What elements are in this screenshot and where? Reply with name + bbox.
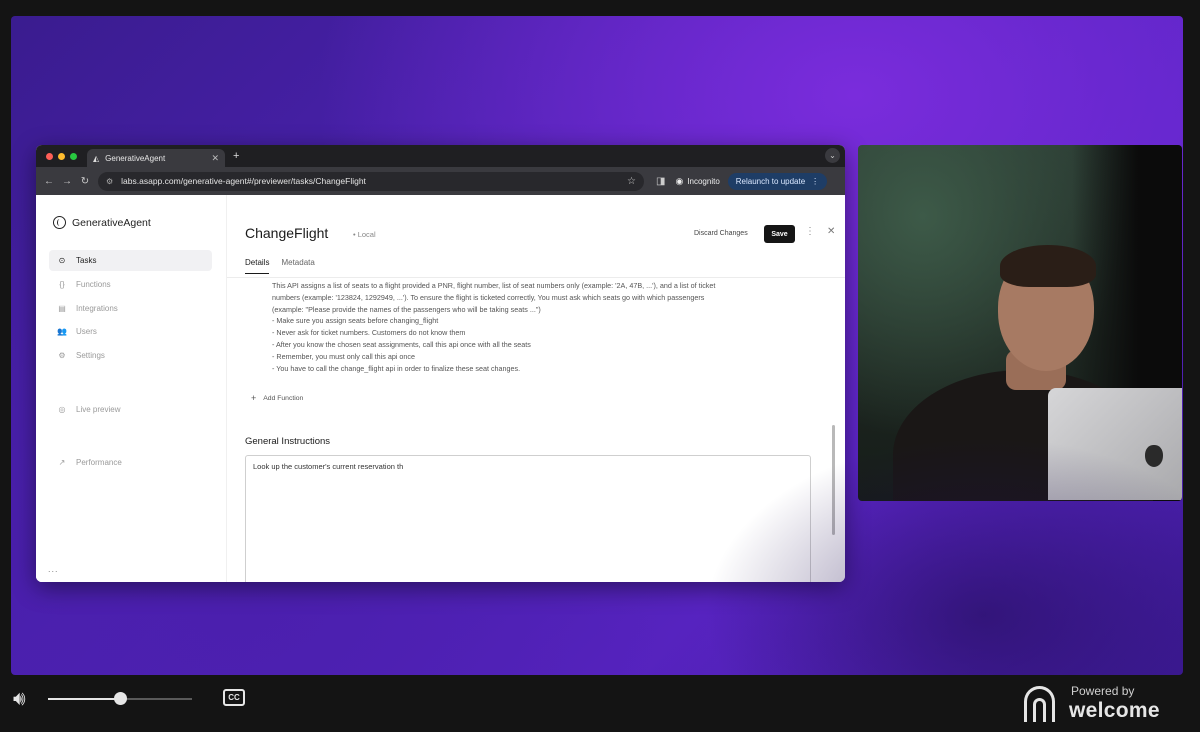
powered-by-label: Powered by [1071, 684, 1135, 698]
tab-search-icon[interactable]: ⌄ [825, 148, 840, 163]
description-line: - You have to call the change_flight api… [272, 363, 521, 373]
tasks-icon: ⊙ [58, 256, 66, 265]
welcome-logo-icon [1024, 685, 1055, 722]
add-function-label: Add Function [263, 394, 304, 402]
logo-icon [53, 216, 66, 229]
more-options-icon[interactable]: ⋮ [805, 226, 815, 237]
minimize-window-dot[interactable] [58, 152, 65, 160]
tab-divider [227, 277, 845, 278]
general-instructions-title: General Instructions [245, 436, 331, 447]
description-line: (example: "Please provide the names of t… [272, 304, 541, 314]
sidebar-item-label: Integrations [76, 304, 118, 313]
generative-agent-app: GenerativeAgent ⊙ Tasks {} Functions ▤ I… [36, 195, 845, 582]
video-stage: ◭ GenerativeAgent ✕ + ⌄ ← → ↻ ⚙ labs.asa… [11, 16, 1183, 675]
add-function-button[interactable]: + Add Function [251, 393, 303, 403]
users-icon: 👥 [57, 327, 67, 336]
sidebar-item-label: Settings [76, 351, 105, 360]
relaunch-button[interactable]: Relaunch to update ⋮ [727, 172, 828, 190]
trend-icon: ↗ [58, 458, 66, 467]
site-info-icon[interactable]: ⚙ [106, 177, 113, 186]
logo-arch-inner [1033, 697, 1046, 722]
back-icon[interactable]: ← [40, 176, 58, 187]
volume-slider[interactable] [48, 692, 192, 705]
logo-text: GenerativeAgent [72, 216, 151, 229]
window-controls [46, 152, 77, 160]
closed-captions-button[interactable]: CC [223, 689, 245, 706]
description-line: - Remember, you must only call this api … [272, 351, 416, 361]
url-text: labs.asapp.com/generative-agent#/preview… [121, 176, 366, 186]
welcome-brand[interactable]: Powered by welcome [1024, 684, 1160, 723]
sidebar-item-label: Performance [76, 458, 122, 467]
brand-text: Powered by welcome [1069, 684, 1160, 723]
volume-knob[interactable] [114, 692, 127, 705]
scrollbar[interactable] [832, 425, 835, 535]
speaker-video [858, 145, 1182, 501]
description-line: - Make sure you assign seats before chan… [272, 316, 439, 326]
description-line: numbers (example: '123824, 1292949, ...'… [272, 292, 705, 302]
relaunch-label: Relaunch to update [735, 176, 806, 186]
incognito-indicator[interactable]: ◉ Incognito [675, 176, 719, 187]
new-tab-icon[interactable]: + [233, 150, 239, 162]
brand-name: welcome [1069, 699, 1160, 722]
save-button[interactable]: Save [764, 225, 795, 243]
plus-icon: + [251, 393, 257, 403]
sidebar-item-tasks[interactable]: ⊙ Tasks [49, 250, 212, 271]
gear-icon: ⚙ [58, 351, 66, 360]
browser-tab-bar: ◭ GenerativeAgent ✕ + ⌄ [36, 145, 845, 167]
laptop [1048, 388, 1182, 500]
tab-close-icon[interactable]: ✕ [211, 153, 219, 164]
app-logo[interactable]: GenerativeAgent [53, 216, 151, 229]
description-line: This API assigns a list of seats to a fl… [272, 281, 716, 290]
tab-title: GenerativeAgent [105, 153, 166, 163]
volume-icon[interactable]: 🔊︎ [13, 688, 26, 711]
speaker-hair [1000, 245, 1096, 287]
eye-icon: ◎ [58, 405, 66, 414]
sidebar-item-users[interactable]: 👥 Users [49, 321, 212, 342]
sidebar-item-performance[interactable]: ↗ Performance [49, 452, 212, 473]
incognito-label: Incognito [687, 176, 720, 186]
sidebar: GenerativeAgent ⊙ Tasks {} Functions ▤ I… [36, 195, 227, 582]
tab-metadata[interactable]: Metadata [281, 258, 314, 274]
bookmark-star-icon[interactable]: ☆ [627, 176, 636, 187]
address-bar[interactable]: ⚙ labs.asapp.com/generative-agent#/previ… [98, 171, 644, 191]
shared-browser-window: ◭ GenerativeAgent ✕ + ⌄ ← → ↻ ⚙ labs.asa… [36, 145, 845, 582]
sidebar-item-settings[interactable]: ⚙ Settings [49, 345, 212, 366]
function-description: This API assigns a list of seats to a fl… [272, 280, 812, 374]
sidebar-item-label: Users [76, 327, 97, 336]
player-controls: 🔊︎ CC Powered by welcome [0, 675, 1200, 732]
reload-icon[interactable]: ↻ [76, 176, 94, 187]
braces-icon: {} [59, 280, 65, 289]
browser-tab[interactable]: ◭ GenerativeAgent ✕ [87, 149, 225, 167]
tab-favicon-icon: ◭ [93, 153, 100, 163]
tab-details[interactable]: Details [245, 258, 270, 274]
task-editor: ChangeFlight • Local Discard Changes Sav… [227, 195, 845, 582]
sidebar-item-label: Functions [76, 280, 111, 289]
volume-fill [48, 698, 120, 700]
general-instructions-input[interactable]: Look up the customer's current reservati… [245, 455, 811, 582]
side-panel-icon[interactable]: ◨ [656, 176, 665, 187]
status-badge: • Local [353, 230, 376, 239]
integrations-icon: ▤ [58, 304, 66, 313]
incognito-icon: ◉ [675, 175, 684, 186]
zoom-window-dot[interactable] [70, 152, 77, 160]
sidebar-item-integrations[interactable]: ▤ Integrations [49, 298, 212, 319]
close-window-dot[interactable] [46, 152, 53, 160]
browser-toolbar: ← → ↻ ⚙ labs.asapp.com/generative-agent#… [36, 167, 845, 195]
sidebar-item-label: Live preview [76, 405, 121, 414]
apple-logo-icon [1145, 445, 1163, 467]
browser-menu-icon[interactable]: ⋮ [811, 177, 819, 186]
page-title: ChangeFlight [245, 225, 329, 241]
discard-changes-button[interactable]: Discard Changes [694, 230, 748, 237]
forward-icon[interactable]: → [58, 176, 76, 187]
close-icon[interactable]: ✕ [827, 226, 835, 237]
description-line: - Never ask for ticket numbers. Customer… [272, 328, 466, 338]
sidebar-more-icon[interactable]: ... [48, 564, 59, 574]
sidebar-item-functions[interactable]: {} Functions [49, 274, 212, 295]
sidebar-item-live-preview[interactable]: ◎ Live preview [49, 399, 212, 420]
task-tabs: Details Metadata [245, 258, 315, 274]
description-line: - After you know the chosen seat assignm… [272, 339, 531, 349]
sidebar-item-label: Tasks [76, 256, 97, 265]
